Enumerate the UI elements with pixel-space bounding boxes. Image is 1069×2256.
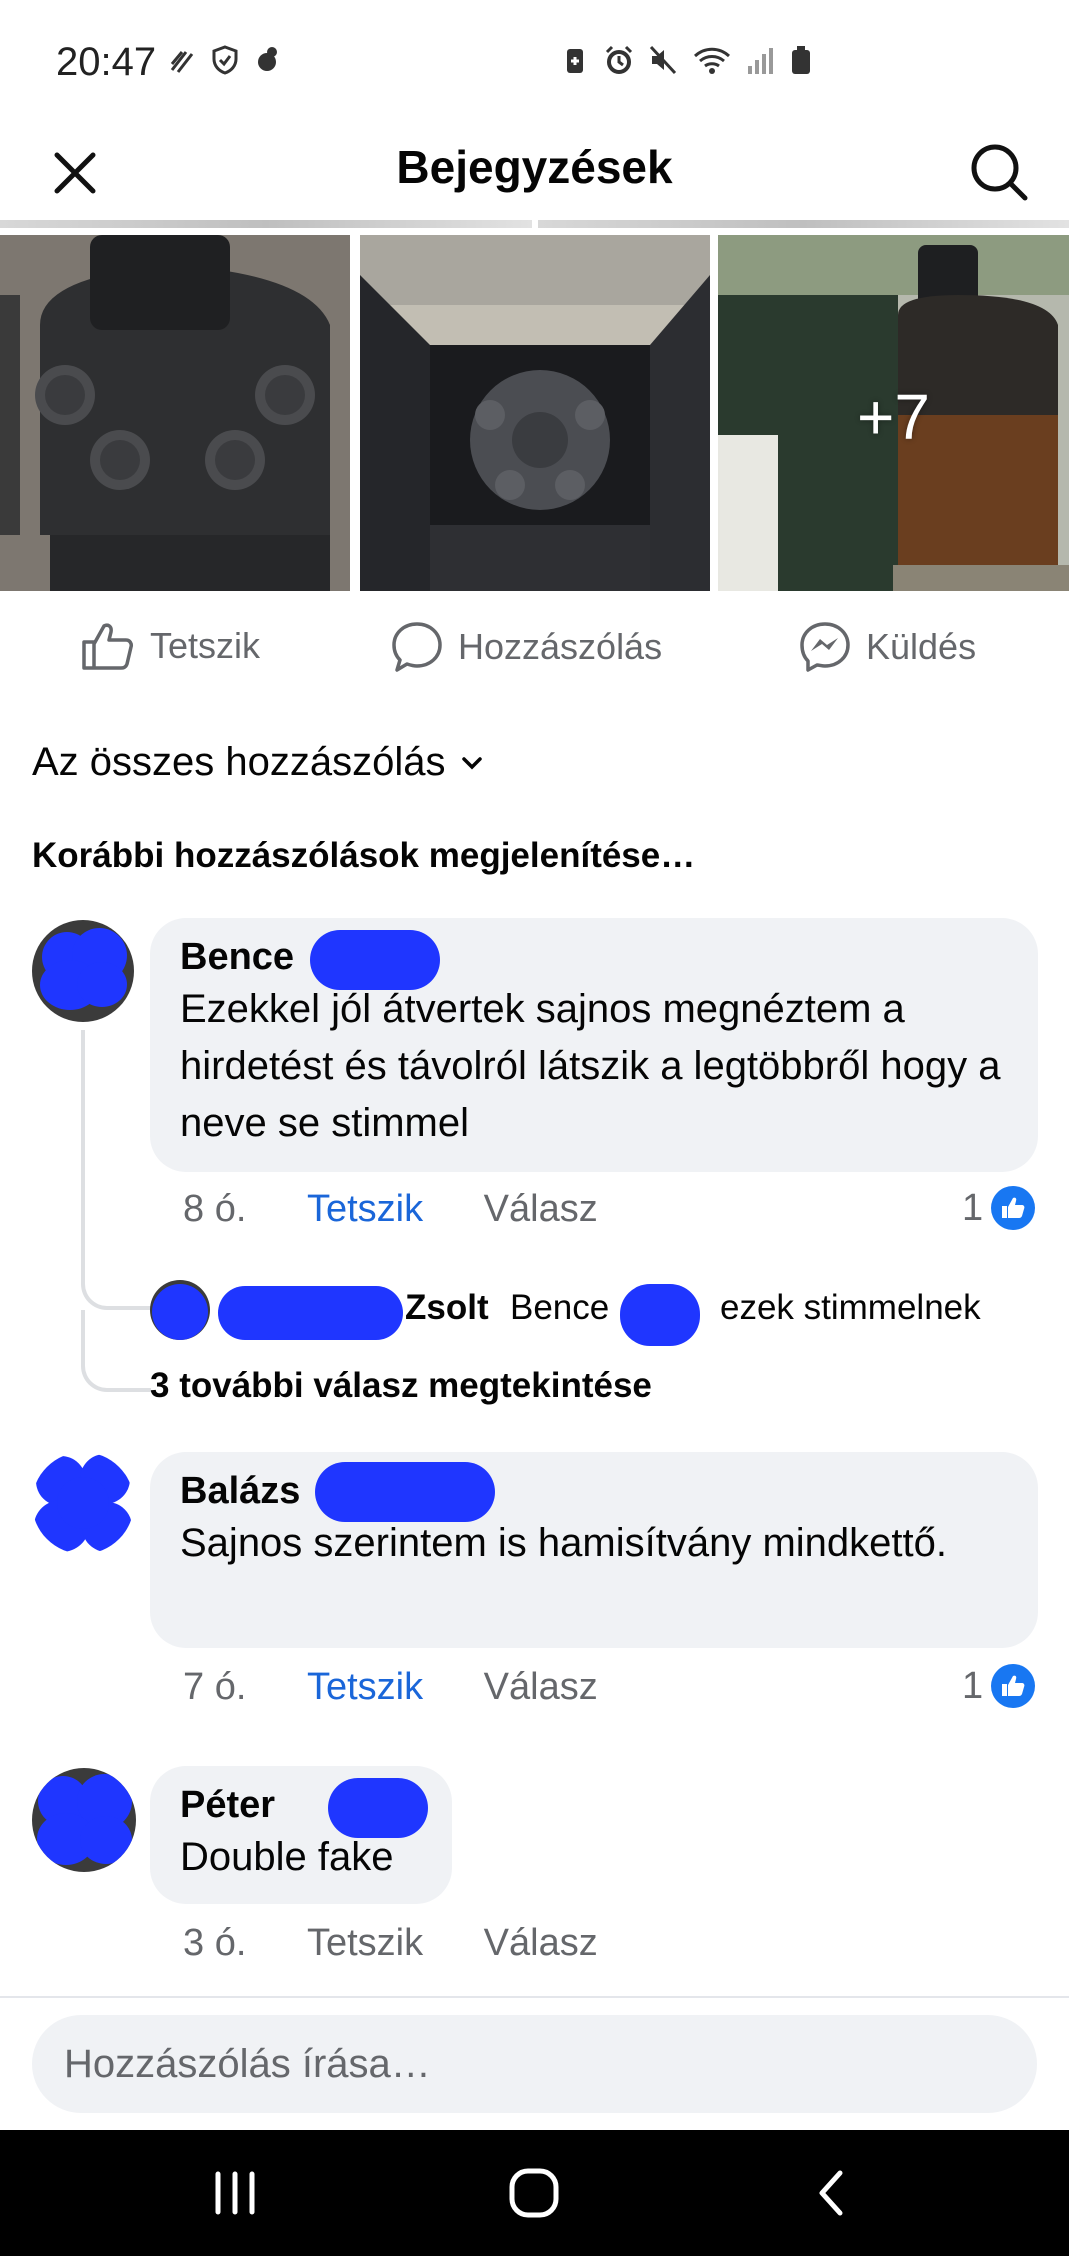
status-bar: 20:47 bbox=[0, 0, 1069, 120]
photo-perfume-box[interactable] bbox=[360, 235, 710, 591]
show-previous-comments-link[interactable]: Korábbi hozzászólások megjelenítése… bbox=[32, 836, 695, 876]
comment-action-button[interactable]: Hozzászólás bbox=[390, 620, 662, 674]
comment-reply-button[interactable]: Válasz bbox=[484, 1666, 598, 1708]
notification-icon bbox=[258, 47, 277, 71]
comment-text: Sajnos szerintem is hamisítvány mindkett… bbox=[180, 1521, 947, 1565]
comment-reply-button[interactable]: Válasz bbox=[484, 1188, 598, 1230]
system-nav-bar bbox=[0, 2130, 1069, 2256]
perfume-box-image bbox=[360, 235, 710, 591]
search-button[interactable] bbox=[959, 132, 1039, 212]
reaction-count: 1 bbox=[962, 1664, 984, 1707]
like-action-button[interactable]: Tetszik bbox=[80, 620, 260, 672]
page-title: Bejegyzések bbox=[396, 141, 673, 193]
redaction-mark bbox=[310, 930, 440, 990]
redaction-mark bbox=[315, 1462, 495, 1522]
home-icon bbox=[509, 2168, 559, 2218]
signal-icon bbox=[748, 48, 773, 74]
comment-bubble[interactable]: Péter Double fake bbox=[150, 1766, 452, 1904]
comment-time[interactable]: 3 ó. bbox=[183, 1922, 246, 1964]
photo-perfume-bottle[interactable]: +7 bbox=[718, 235, 1069, 591]
comment-time[interactable]: 7 ó. bbox=[183, 1666, 246, 1708]
recent-apps-button[interactable] bbox=[185, 2158, 285, 2228]
comment-like-button[interactable]: Tetszik bbox=[307, 1666, 423, 1708]
comment-composer[interactable] bbox=[32, 2015, 1037, 2113]
search-icon bbox=[971, 144, 1028, 201]
reply-text: ezek stimmelnek bbox=[720, 1288, 981, 1327]
post-actions: Tetszik Hozzászólás Küldés bbox=[0, 610, 1069, 690]
comment-author[interactable]: Péter bbox=[180, 1784, 275, 1827]
comment-filter-dropdown[interactable]: Az összes hozzászólás bbox=[32, 740, 484, 785]
shield-icon bbox=[212, 45, 238, 75]
perfume-cap-image bbox=[0, 235, 350, 591]
thumbs-up-icon bbox=[82, 623, 133, 670]
no-sim-stripes-icon bbox=[170, 51, 194, 73]
reply-author[interactable]: Zsolt bbox=[405, 1288, 489, 1328]
comment-reactions[interactable]: 1 bbox=[962, 1186, 1036, 1230]
more-photos-count: +7 bbox=[857, 381, 930, 453]
comment-bubble[interactable]: Bence Ezekkel jól átvertek sajnos megnéz… bbox=[150, 918, 1038, 1172]
thread-connector bbox=[81, 1310, 151, 1392]
status-time: 20:47 bbox=[56, 40, 157, 84]
back-icon bbox=[819, 2170, 843, 2216]
send-action-label: Küldés bbox=[866, 626, 977, 667]
back-button[interactable] bbox=[782, 2158, 882, 2228]
reply-mention[interactable]: Bence bbox=[510, 1288, 609, 1328]
comment-time[interactable]: 8 ó. bbox=[183, 1188, 246, 1230]
home-button[interactable] bbox=[484, 2158, 584, 2228]
messenger-icon bbox=[800, 622, 850, 672]
mute-icon bbox=[649, 45, 677, 75]
reply-preview[interactable]: Zsolt Bence ezek stimmelnek bbox=[150, 1276, 1050, 1346]
avatar[interactable] bbox=[32, 1768, 136, 1872]
like-action-label: Tetszik bbox=[150, 625, 261, 666]
recent-apps-icon bbox=[215, 2171, 255, 2215]
divider bbox=[0, 1996, 1069, 1998]
comment-action-label: Hozzászólás bbox=[458, 626, 663, 667]
redaction-mark bbox=[218, 1286, 403, 1340]
battery-icon bbox=[792, 46, 810, 74]
comment-author[interactable]: Bence bbox=[180, 936, 294, 979]
avatar[interactable] bbox=[32, 920, 134, 1022]
avatar[interactable] bbox=[150, 1280, 210, 1340]
comment-reply-button[interactable]: Válasz bbox=[484, 1922, 598, 1964]
comment-meta: 7 ó. Tetszik Válasz bbox=[183, 1666, 598, 1709]
comment-like-button[interactable]: Tetszik bbox=[307, 1922, 423, 1964]
comment-bubble[interactable]: Balázs Sajnos szerintem is hamisítvány m… bbox=[150, 1452, 1038, 1648]
battery-saver-icon bbox=[567, 49, 583, 73]
chevron-down-icon bbox=[461, 756, 482, 769]
comment-meta: 8 ó. Tetszik Válasz bbox=[183, 1188, 598, 1231]
comment-bubble-icon bbox=[392, 622, 442, 672]
alarm-icon bbox=[605, 45, 633, 74]
comment-like-button[interactable]: Tetszik bbox=[307, 1188, 423, 1230]
thread-line bbox=[81, 1030, 85, 1276]
redaction-mark bbox=[620, 1284, 700, 1346]
reaction-count: 1 bbox=[962, 1186, 984, 1229]
comment-text: Ezekkel jól átvertek sajnos megnéztem a … bbox=[180, 987, 1001, 1145]
wifi-icon bbox=[693, 47, 731, 74]
top-app-bar: Bejegyzések bbox=[0, 120, 1069, 230]
comment-input[interactable] bbox=[32, 2015, 1037, 2113]
photo-grid: +7 bbox=[0, 235, 1069, 591]
avatar[interactable] bbox=[32, 1452, 134, 1554]
send-action-button[interactable]: Küldés bbox=[798, 620, 976, 674]
like-reaction-icon bbox=[991, 1664, 1036, 1708]
like-reaction-icon bbox=[991, 1186, 1036, 1230]
thread-connector bbox=[81, 1250, 151, 1310]
previous-photo-row bbox=[0, 220, 1069, 228]
comment-filter-label: Az összes hozzászólás bbox=[32, 740, 446, 784]
redaction-mark bbox=[328, 1778, 428, 1838]
comment-reactions[interactable]: 1 bbox=[962, 1664, 1036, 1708]
comment-author[interactable]: Balázs bbox=[180, 1470, 300, 1513]
comment-meta: 3 ó. Tetszik Válasz bbox=[183, 1922, 598, 1965]
view-more-replies-link[interactable]: 3 további válasz megtekintése bbox=[150, 1366, 652, 1406]
photo-perfume-cap[interactable] bbox=[0, 235, 350, 591]
